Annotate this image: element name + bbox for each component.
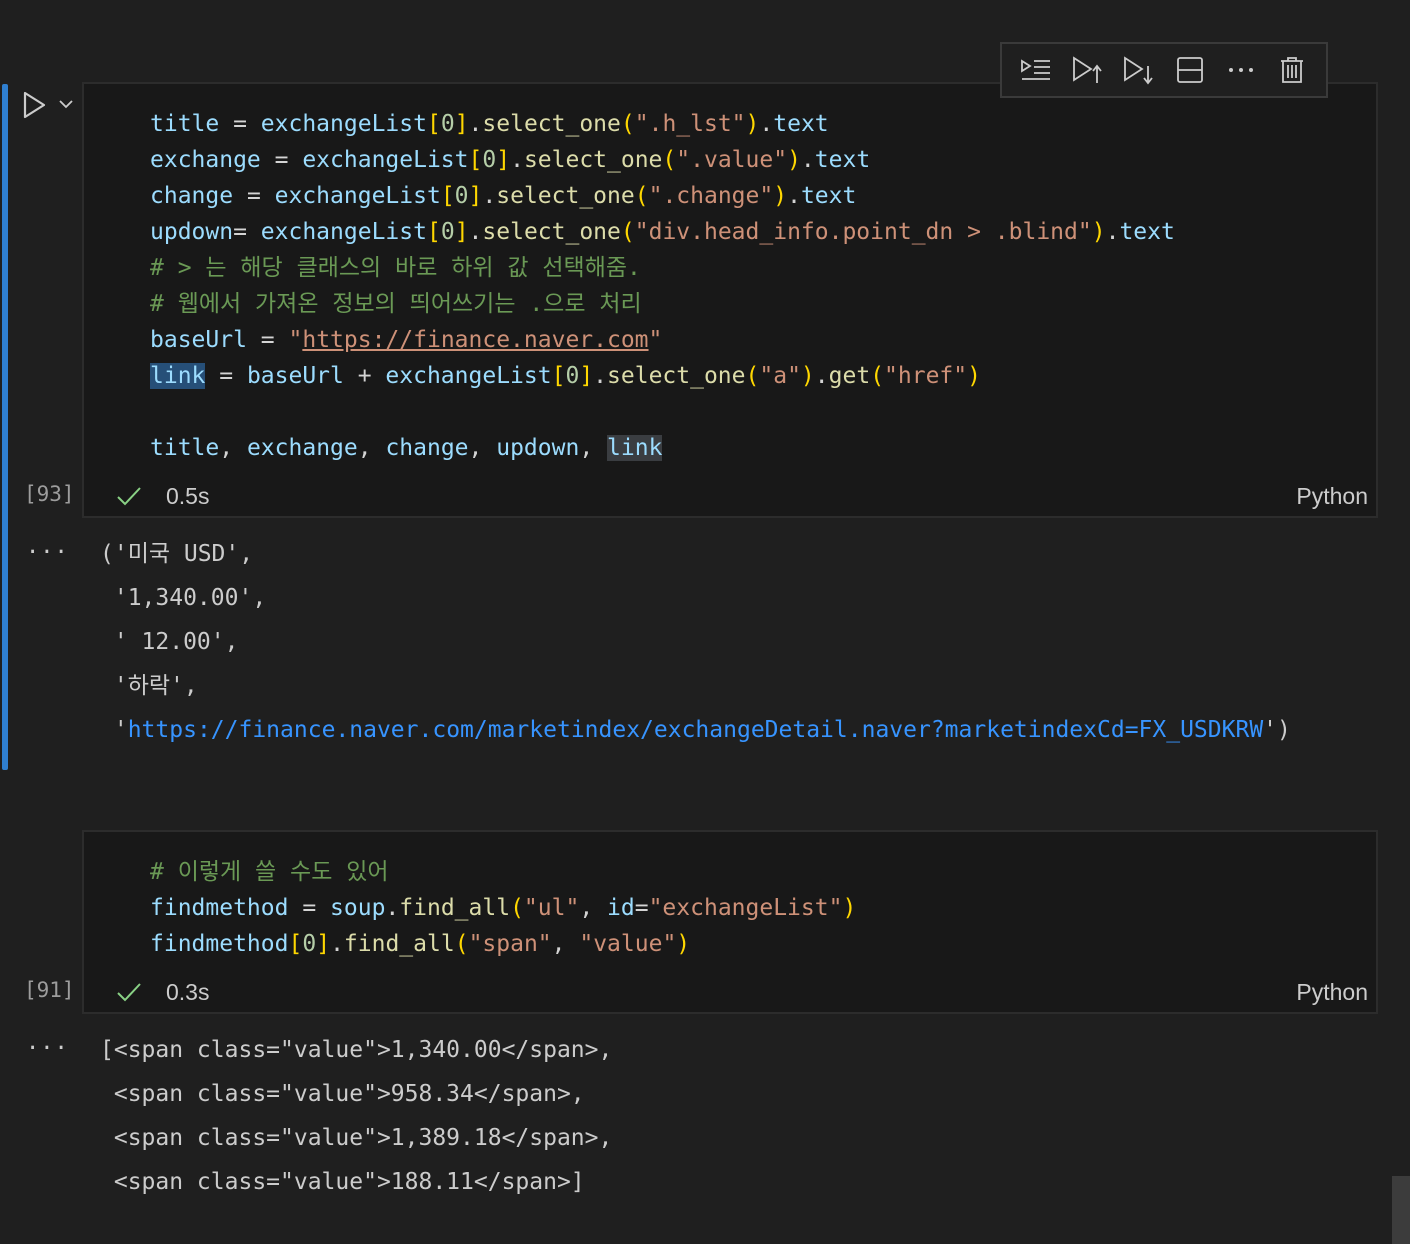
code-line: change = exchangeList[0].select_one(".ch… xyxy=(150,183,857,209)
output-line: 'https://finance.naver.com/marketindex/e… xyxy=(100,717,1291,743)
output-line: <span class="value">188.11</span>] xyxy=(100,1169,585,1195)
code-line: updown= exchangeList[0].select_one("div.… xyxy=(150,219,1175,245)
more-icon[interactable] xyxy=(1221,50,1261,90)
code-line: findmethod[0].find_all("span", "value") xyxy=(150,931,691,957)
check-icon xyxy=(117,983,141,1002)
output-line: ('미국 USD', xyxy=(100,541,254,567)
code-line: baseUrl = "https://finance.naver.com" xyxy=(150,327,663,353)
code-line: exchange = exchangeList[0].select_one(".… xyxy=(150,147,871,173)
output-line: '1,340.00', xyxy=(100,585,267,611)
cell-toolbar xyxy=(1000,42,1328,98)
output-line: ' 12.00', xyxy=(100,629,239,655)
execution-time: 0.3s xyxy=(166,979,210,1005)
execution-count: [93] xyxy=(24,482,75,506)
output-line: <span class="value">958.34</span>, xyxy=(100,1081,585,1107)
code-comment: # 이렇게 쓸 수도 있어 xyxy=(150,859,389,885)
cell-focus-indicator xyxy=(2,84,8,770)
language-picker[interactable]: Python xyxy=(1296,979,1368,1006)
run-cell-icon[interactable] xyxy=(22,90,48,120)
code-comment: # 웹에서 가져온 정보의 띄어쓰기는 .으로 처리 xyxy=(150,291,642,317)
execute-above-icon[interactable] xyxy=(1016,50,1056,90)
delete-icon[interactable] xyxy=(1272,50,1312,90)
run-above-icon[interactable] xyxy=(1067,50,1107,90)
run-below-icon[interactable] xyxy=(1118,50,1158,90)
code-line: link = baseUrl + exchangeList[0].select_… xyxy=(150,363,981,389)
code-line: findmethod = soup.find_all("ul", id="exc… xyxy=(150,895,857,921)
check-icon xyxy=(117,487,141,506)
language-picker[interactable]: Python xyxy=(1296,483,1368,510)
chevron-down-icon[interactable] xyxy=(58,96,74,112)
code-line: title = exchangeList[0].select_one(".h_l… xyxy=(150,111,829,137)
code-line: title, exchange, change, updown, link xyxy=(150,435,663,461)
output-link[interactable]: https://finance.naver.com/marketindex/ex… xyxy=(128,717,1263,743)
output-menu-icon[interactable]: ··· xyxy=(26,540,69,565)
execution-time: 0.5s xyxy=(166,483,210,509)
scrollbar-thumb[interactable] xyxy=(1392,1176,1410,1244)
output-line: '하락', xyxy=(100,673,198,699)
code-cell-editor[interactable]: title = exchangeList[0].select_one(".h_l… xyxy=(82,82,1378,518)
execution-count: [91] xyxy=(24,978,75,1002)
output-menu-icon[interactable]: ··· xyxy=(26,1036,69,1061)
split-cell-icon[interactable] xyxy=(1170,50,1210,90)
output-line: <span class="value">1,389.18</span>, xyxy=(100,1125,613,1151)
output-line: [<span class="value">1,340.00</span>, xyxy=(100,1037,613,1063)
code-cell-editor[interactable]: # 이렇게 쓸 수도 있어 findmethod = soup.find_all… xyxy=(82,830,1378,1014)
code-comment: # > 는 해당 클래스의 바로 하위 값 선택해줌. xyxy=(150,255,641,281)
